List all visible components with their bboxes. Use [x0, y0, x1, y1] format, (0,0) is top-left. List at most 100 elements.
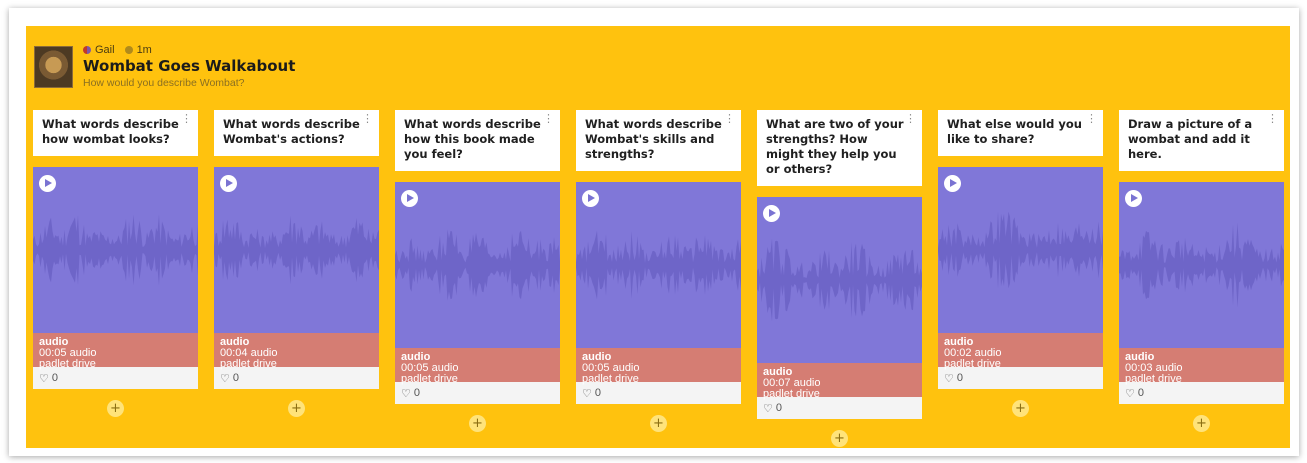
like-bar: ♡ 0 — [33, 367, 198, 389]
like-bar: ♡ 0 — [395, 382, 560, 404]
kebab-icon[interactable]: ⋮ — [905, 113, 916, 124]
attachment-info[interactable]: audio 00:03 audio padlet drive — [1119, 348, 1284, 385]
section-column: What words describe how wombat looks? ⋮ … — [33, 110, 198, 417]
section-header[interactable]: What words describe how this book made y… — [395, 110, 560, 171]
heart-icon[interactable]: ♡ — [39, 372, 49, 385]
like-count: 0 — [51, 372, 58, 384]
audio-waveform[interactable] — [576, 182, 741, 348]
section-column: What words describe Wombat's actions? ⋮ … — [214, 110, 379, 417]
play-icon[interactable] — [401, 190, 418, 207]
section-column: What words describe how this book made y… — [395, 110, 560, 432]
time-icon — [124, 46, 133, 54]
section-column: Draw a picture of a wombat and add it he… — [1119, 110, 1284, 432]
kebab-icon[interactable]: ⋮ — [181, 113, 192, 124]
board-meta: Gail 1m — [83, 44, 295, 56]
post-time: 1m — [136, 44, 152, 56]
section-title: Draw a picture of a wombat and add it he… — [1128, 117, 1253, 161]
kebab-icon[interactable]: ⋮ — [362, 113, 373, 124]
heart-icon[interactable]: ♡ — [763, 402, 773, 415]
author-name: Gail — [95, 44, 115, 56]
audio-post-card[interactable]: audio 00:02 audio padlet drive ♡ 0 — [938, 167, 1103, 389]
section-title: What words describe Wombat's actions? — [223, 117, 360, 146]
like-count: 0 — [775, 402, 782, 414]
heart-icon[interactable]: ♡ — [401, 387, 411, 400]
like-count: 0 — [413, 387, 420, 399]
plus-icon: + — [1196, 416, 1207, 431]
play-icon[interactable] — [763, 205, 780, 222]
like-count: 0 — [956, 372, 963, 384]
audio-waveform[interactable] — [33, 167, 198, 333]
kebab-icon[interactable]: ⋮ — [724, 113, 735, 124]
board-subtitle: How would you describe Wombat? — [83, 77, 245, 89]
play-icon[interactable] — [220, 175, 237, 192]
audio-post-card[interactable]: audio 00:05 audio padlet drive ♡ 0 — [576, 182, 741, 404]
attachment-info[interactable]: audio 00:04 audio padlet drive — [214, 333, 379, 370]
add-post-button[interactable]: + — [288, 400, 305, 417]
kebab-icon[interactable]: ⋮ — [1267, 113, 1278, 124]
audio-waveform[interactable] — [214, 167, 379, 333]
audio-waveform[interactable] — [757, 197, 922, 363]
section-title: What words describe Wombat's skills and … — [585, 117, 722, 161]
section-title: What words describe how wombat looks? — [42, 117, 179, 146]
attachment-info[interactable]: audio 00:07 audio padlet drive — [757, 363, 922, 400]
audio-waveform[interactable] — [1119, 182, 1284, 348]
like-bar: ♡ 0 — [214, 367, 379, 389]
audio-post-card[interactable]: audio 00:07 audio padlet drive ♡ 0 — [757, 197, 922, 419]
plus-icon: + — [834, 431, 845, 446]
section-header[interactable]: Draw a picture of a wombat and add it he… — [1119, 110, 1284, 171]
section-title: What words describe how this book made y… — [404, 117, 541, 161]
attachment-info[interactable]: audio 00:02 audio padlet drive — [938, 333, 1103, 370]
author-avatar-icon — [83, 46, 91, 54]
like-count: 0 — [232, 372, 239, 384]
section-header[interactable]: What else would you like to share? ⋮ — [938, 110, 1103, 156]
board: Gail 1m Wombat Goes Walkabout How would … — [26, 26, 1290, 448]
waveform-graphic — [1119, 222, 1284, 308]
waveform-graphic — [757, 238, 922, 322]
like-bar: ♡ 0 — [938, 367, 1103, 389]
section-header[interactable]: What words describe how wombat looks? ⋮ — [33, 110, 198, 156]
plus-icon: + — [653, 416, 664, 431]
play-icon[interactable] — [39, 175, 56, 192]
board-title: Wombat Goes Walkabout — [83, 57, 296, 75]
add-post-button[interactable]: + — [469, 415, 486, 432]
add-post-button[interactable]: + — [1012, 400, 1029, 417]
like-count: 0 — [594, 387, 601, 399]
play-icon[interactable] — [582, 190, 599, 207]
audio-waveform[interactable] — [395, 182, 560, 348]
heart-icon[interactable]: ♡ — [944, 372, 954, 385]
heart-icon[interactable]: ♡ — [220, 372, 230, 385]
section-column: What else would you like to share? ⋮ aud… — [938, 110, 1103, 417]
heart-icon[interactable]: ♡ — [582, 387, 592, 400]
attachment-info[interactable]: audio 00:05 audio padlet drive — [33, 333, 198, 370]
waveform-graphic — [214, 215, 379, 285]
plus-icon: + — [1015, 401, 1026, 416]
like-bar: ♡ 0 — [576, 382, 741, 404]
section-column: What are two of your strengths? How migh… — [757, 110, 922, 447]
section-header[interactable]: What words describe Wombat's actions? ⋮ — [214, 110, 379, 156]
add-post-button[interactable]: + — [650, 415, 667, 432]
kebab-icon[interactable]: ⋮ — [543, 113, 554, 124]
waveform-graphic — [395, 229, 560, 301]
play-icon[interactable] — [1125, 190, 1142, 207]
kebab-icon[interactable]: ⋮ — [1086, 113, 1097, 124]
attachment-info[interactable]: audio 00:05 audio padlet drive — [395, 348, 560, 385]
heart-icon[interactable]: ♡ — [1125, 387, 1135, 400]
add-post-button[interactable]: + — [1193, 415, 1210, 432]
audio-post-card[interactable]: audio 00:03 audio padlet drive ♡ 0 — [1119, 182, 1284, 404]
board-header: Gail 1m Wombat Goes Walkabout How would … — [34, 44, 296, 94]
like-bar: ♡ 0 — [1119, 382, 1284, 404]
audio-post-card[interactable]: audio 00:05 audio padlet drive ♡ 0 — [395, 182, 560, 404]
audio-waveform[interactable] — [938, 167, 1103, 333]
audio-post-card[interactable]: audio 00:04 audio padlet drive ♡ 0 — [214, 167, 379, 389]
section-header[interactable]: What are two of your strengths? How migh… — [757, 110, 922, 186]
attachment-info[interactable]: audio 00:05 audio padlet drive — [576, 348, 741, 385]
audio-post-card[interactable]: audio 00:05 audio padlet drive ♡ 0 — [33, 167, 198, 389]
waveform-graphic — [33, 214, 198, 286]
section-header[interactable]: What words describe Wombat's skills and … — [576, 110, 741, 171]
play-icon[interactable] — [944, 175, 961, 192]
add-post-button[interactable]: + — [831, 430, 848, 447]
waveform-graphic — [938, 211, 1103, 289]
add-post-button[interactable]: + — [107, 400, 124, 417]
plus-icon: + — [472, 416, 483, 431]
board-avatar[interactable] — [34, 46, 73, 88]
